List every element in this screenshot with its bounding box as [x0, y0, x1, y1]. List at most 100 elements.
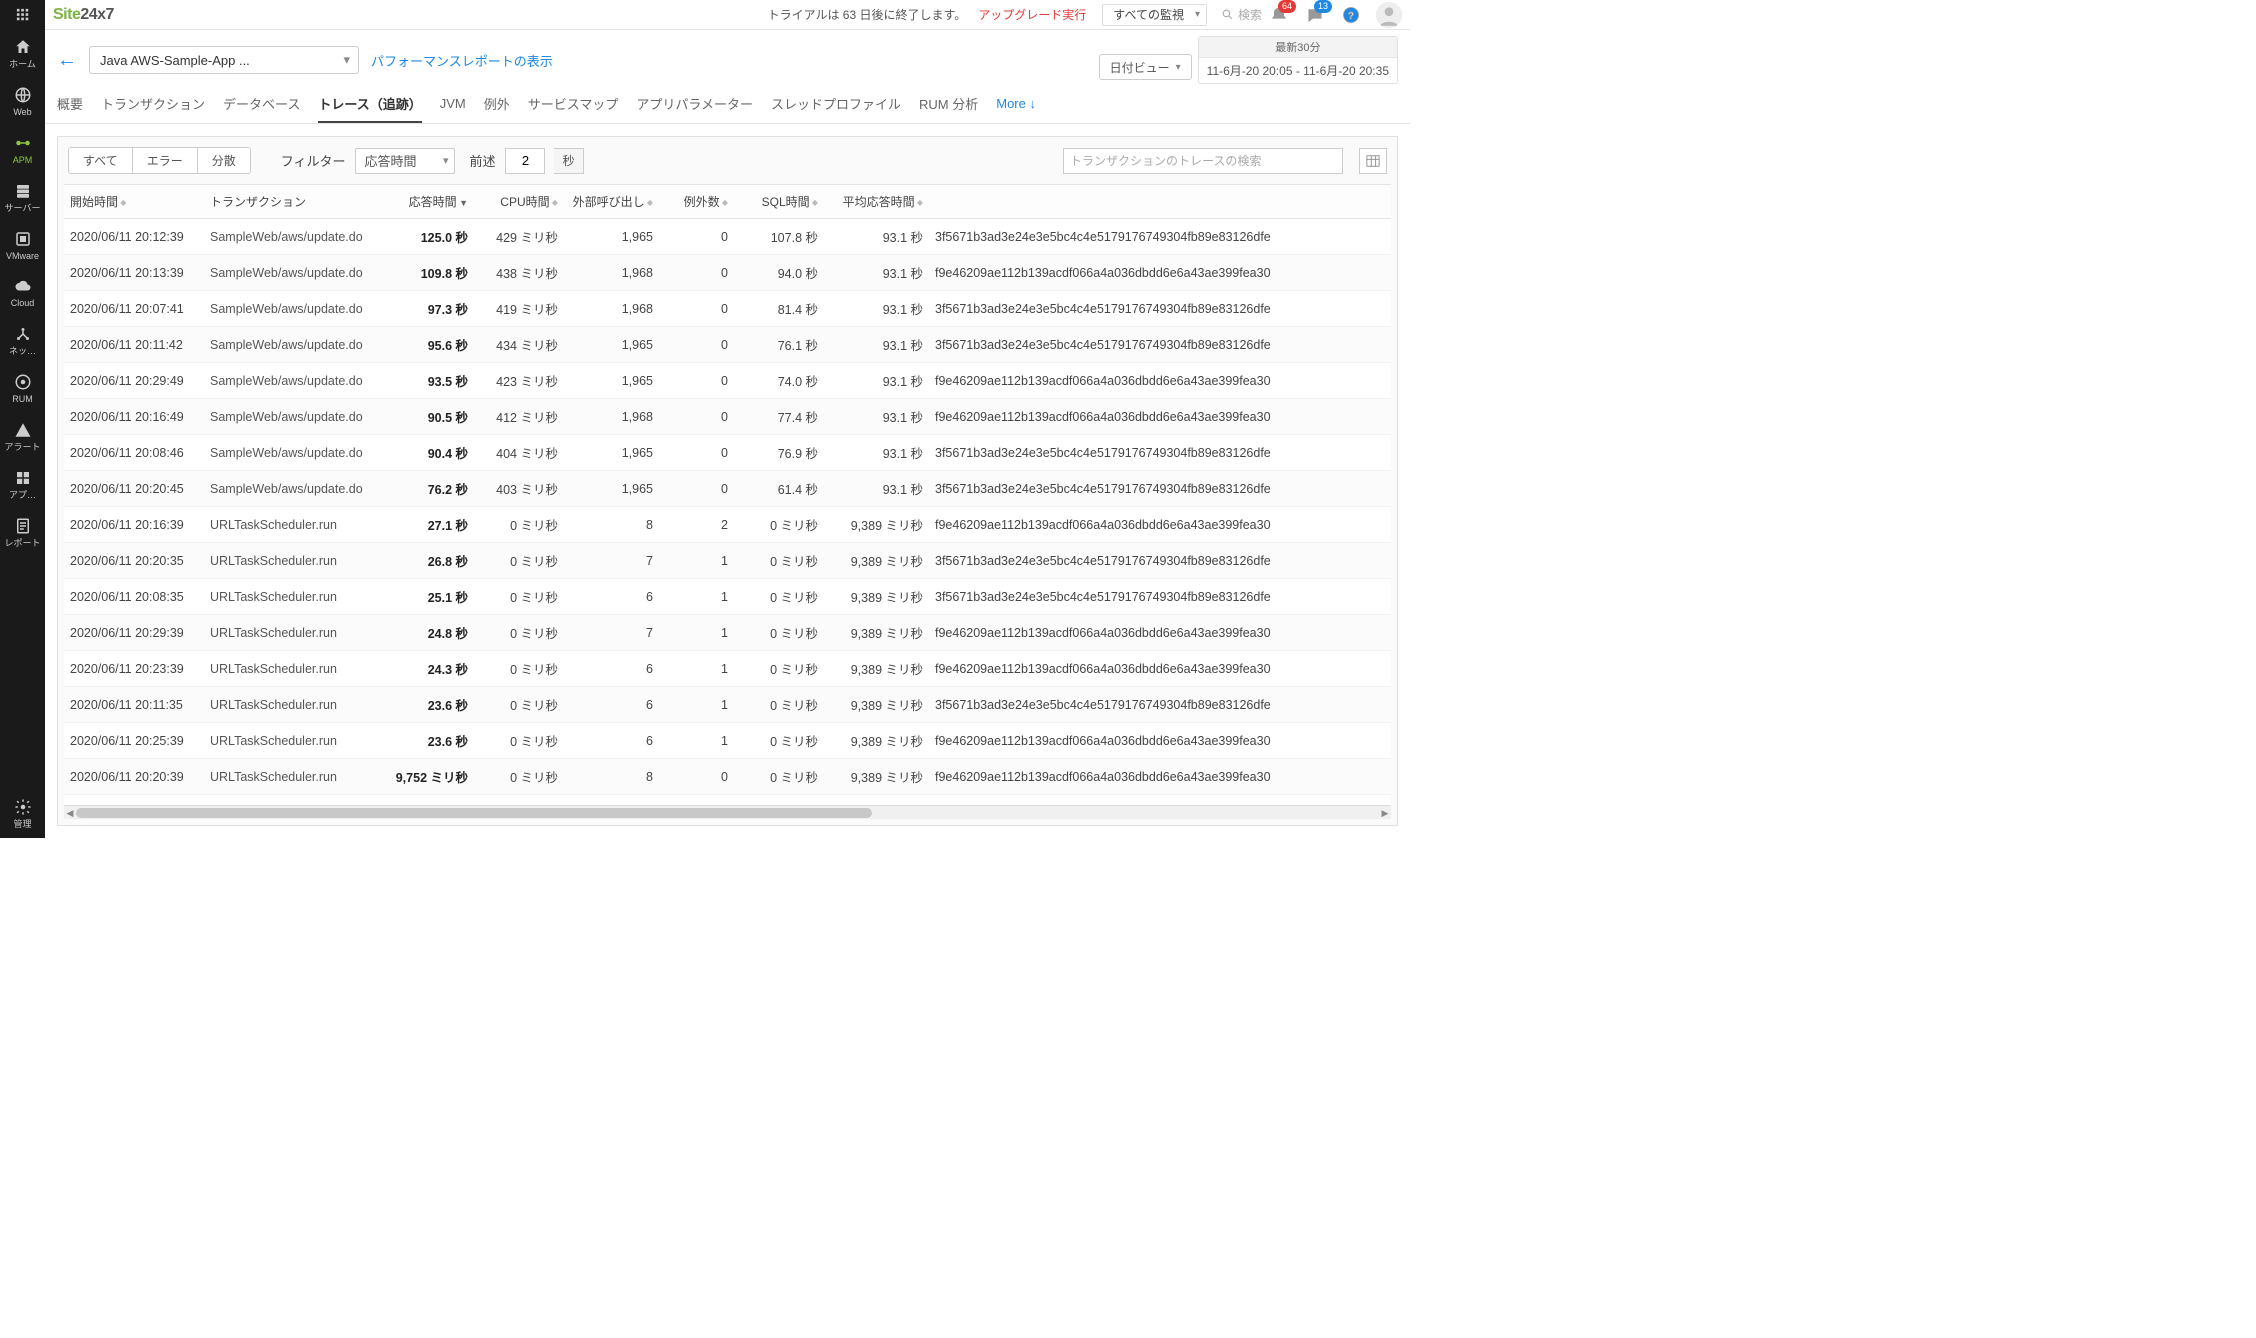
global-search[interactable]: 検索 — [1221, 6, 1262, 23]
sidebar-label-home: ホーム — [9, 60, 36, 70]
tab-database[interactable]: データベース — [223, 90, 300, 123]
application-select[interactable]: Java AWS-Sample-App ... — [89, 46, 359, 74]
sidebar-item-apm[interactable]: APM — [0, 126, 45, 174]
cell-avg: 9,389 ミリ秒 — [824, 615, 929, 651]
th-txn[interactable]: トランザクション — [204, 185, 384, 219]
date-view-button[interactable]: 日付ビュー — [1099, 54, 1192, 80]
table-row[interactable]: 2020/06/11 20:20:35URLTaskScheduler.run2… — [64, 543, 1391, 579]
table-row[interactable]: 2020/06/11 20:11:35URLTaskScheduler.run2… — [64, 687, 1391, 723]
table-row[interactable]: 2020/06/11 20:23:39URLTaskScheduler.run2… — [64, 651, 1391, 687]
tab-rumanalysis[interactable]: RUM 分析 — [919, 90, 978, 123]
th-ext[interactable]: 外部呼び出し — [564, 185, 659, 219]
sidebar-item-server[interactable]: サーバー — [0, 174, 45, 222]
hscroll-right-icon[interactable]: ▶ — [1379, 806, 1391, 820]
tab-appparams[interactable]: アプリパラメーター — [636, 90, 753, 123]
cell-exc: 0 — [659, 435, 734, 471]
cell-sql: 77.4 秒 — [734, 399, 824, 435]
monitor-select[interactable]: すべての監視 — [1102, 4, 1207, 26]
table-row[interactable]: 2020/06/11 20:29:39URLTaskScheduler.run2… — [64, 615, 1391, 651]
table-row[interactable]: 2020/06/11 20:12:39SampleWeb/aws/update.… — [64, 219, 1391, 255]
trace-table: 開始時間 トランザクション 応答時間 CPU時間 外部呼び出し 例外数 SQL時… — [64, 185, 1391, 805]
performance-report-link[interactable]: パフォーマンスレポートの表示 — [371, 51, 553, 70]
cell-trace: 3f5671b3ad3e24e3e5bc4c4e5179176749304fb8… — [929, 543, 1391, 579]
sidebar-item-vmware[interactable]: VMware — [0, 222, 45, 270]
sidebar-item-home[interactable]: ホーム — [0, 30, 45, 78]
tab-exception[interactable]: 例外 — [484, 90, 510, 123]
user-avatar[interactable] — [1376, 2, 1402, 28]
th-cpu[interactable]: CPU時間 — [474, 185, 564, 219]
table-row[interactable]: 2020/06/11 20:07:41SampleWeb/aws/update.… — [64, 291, 1391, 327]
horizontal-scrollbar[interactable]: ◀ ▶ — [64, 805, 1391, 819]
th-sql[interactable]: SQL時間 — [734, 185, 824, 219]
help-icon[interactable]: ? — [1340, 4, 1362, 26]
cell-avg: 9,389 ミリ秒 — [824, 543, 929, 579]
seg-dist[interactable]: 分散 — [197, 148, 250, 173]
tab-threadprofile[interactable]: スレッドプロファイル — [771, 90, 901, 123]
cell-trace: 3f5671b3ad3e24e3e5bc4c4e5179176749304fb8… — [929, 471, 1391, 507]
sidebar-label-apm: APM — [13, 156, 33, 166]
sidebar-item-rum[interactable]: RUM — [0, 365, 45, 413]
cell-resp: 95.6 秒 — [384, 327, 474, 363]
cell-exc: 0 — [659, 291, 734, 327]
search-icon — [1221, 8, 1234, 21]
hscroll-left-icon[interactable]: ◀ — [64, 806, 76, 820]
cell-cpu: 0 ミリ秒 — [474, 615, 564, 651]
sidebar-item-cloud[interactable]: Cloud — [0, 269, 45, 317]
sidebar-item-network[interactable]: ネッ… — [0, 317, 45, 365]
seg-error[interactable]: エラー — [132, 148, 197, 173]
table-row[interactable]: 2020/06/11 20:20:39URLTaskScheduler.run9… — [64, 759, 1391, 795]
sidebar-item-report[interactable]: レポート — [0, 509, 45, 557]
hscroll-thumb[interactable] — [76, 808, 872, 818]
messages-icon[interactable]: 13 — [1304, 4, 1326, 26]
cell-start: 2020/06/11 20:23:39 — [64, 651, 204, 687]
back-arrow-icon[interactable]: ← — [57, 50, 77, 70]
table-row[interactable]: 2020/06/11 20:29:49SampleWeb/aws/update.… — [64, 363, 1391, 399]
table-row[interactable]: 2020/06/11 20:20:45SampleWeb/aws/update.… — [64, 471, 1391, 507]
notifications-icon[interactable]: 64 — [1268, 4, 1290, 26]
upgrade-link[interactable]: アップグレード実行 — [978, 6, 1086, 23]
messages-badge: 13 — [1314, 0, 1332, 13]
cell-txn: URLTaskScheduler.run — [204, 795, 384, 806]
cell-trace: f9e46209ae112b139acdf066a4a036dbdd6e6a43… — [929, 723, 1391, 759]
filter-value-input[interactable] — [505, 148, 545, 174]
cell-cpu: 0 ミリ秒 — [474, 723, 564, 759]
th-avg[interactable]: 平均応答時間 — [824, 185, 929, 219]
sidebar-item-admin[interactable]: 管理 — [0, 790, 45, 838]
sidebar-item-alert[interactable]: アラート — [0, 413, 45, 461]
tab-trace[interactable]: トレース（追跡） — [318, 90, 421, 123]
sidebar-item-apps[interactable]: アプ… — [0, 461, 45, 509]
filter-unit: 秒 — [554, 148, 583, 174]
table-row[interactable]: 2020/06/11 20:25:39URLTaskScheduler.run2… — [64, 723, 1391, 759]
tab-more[interactable]: More ↓ — [996, 92, 1036, 121]
sidebar-item-web[interactable]: Web — [0, 78, 45, 126]
table-row[interactable]: 2020/06/11 20:16:49SampleWeb/aws/update.… — [64, 399, 1391, 435]
cell-start: 2020/06/11 20:16:39 — [64, 507, 204, 543]
time-range-box[interactable]: 最新30分 11-6月-20 20:05 - 11-6月-20 20:35 — [1198, 36, 1398, 84]
cell-txn: SampleWeb/aws/update.do — [204, 255, 384, 291]
cell-start: 2020/06/11 20:20:45 — [64, 471, 204, 507]
cell-resp: 24.3 秒 — [384, 651, 474, 687]
tab-transaction[interactable]: トランザクション — [101, 90, 205, 123]
table-row[interactable]: 2020/06/11 20:16:39URLTaskScheduler.run2… — [64, 507, 1391, 543]
tab-servicemap[interactable]: サービスマップ — [528, 90, 619, 123]
th-exc[interactable]: 例外数 — [659, 185, 734, 219]
th-resp[interactable]: 応答時間 — [384, 185, 474, 219]
cell-start: 2020/06/11 20:29:49 — [64, 363, 204, 399]
columns-button[interactable] — [1359, 148, 1387, 174]
seg-all[interactable]: すべて — [69, 148, 132, 173]
tab-jvm[interactable]: JVM — [440, 92, 466, 121]
tab-overview[interactable]: 概要 — [57, 90, 83, 123]
trace-search-input[interactable] — [1063, 148, 1343, 174]
th-start[interactable]: 開始時間 — [64, 185, 204, 219]
table-row[interactable]: 2020/06/11 20:11:42SampleWeb/aws/update.… — [64, 327, 1391, 363]
cell-ext: 6 — [564, 651, 659, 687]
cell-sql: 74.0 秒 — [734, 363, 824, 399]
th-trace[interactable] — [929, 185, 1391, 219]
table-row[interactable]: 2020/06/11 20:28:39URLTaskScheduler.run8… — [64, 795, 1391, 806]
apps-grid-icon[interactable] — [0, 0, 45, 30]
table-row[interactable]: 2020/06/11 20:08:35URLTaskScheduler.run2… — [64, 579, 1391, 615]
table-row[interactable]: 2020/06/11 20:13:39SampleWeb/aws/update.… — [64, 255, 1391, 291]
filter-field-select[interactable]: 応答時間 — [355, 148, 455, 174]
cell-resp: 93.5 秒 — [384, 363, 474, 399]
table-row[interactable]: 2020/06/11 20:08:46SampleWeb/aws/update.… — [64, 435, 1391, 471]
